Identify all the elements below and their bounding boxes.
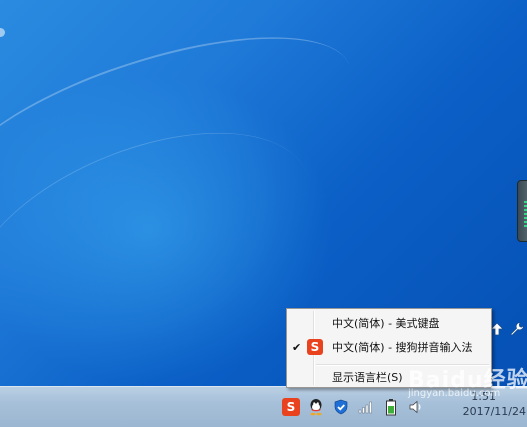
menu-item-show-language-bar[interactable]: 显示语言栏(S) bbox=[289, 366, 489, 388]
wrench-icon[interactable] bbox=[509, 321, 525, 337]
menu-item-label: 中文(简体) - 美式键盘 bbox=[332, 317, 440, 330]
clock-date: 2017/11/24 bbox=[462, 405, 526, 418]
clock-time: 1:51 bbox=[471, 390, 496, 403]
shield-icon[interactable] bbox=[332, 398, 350, 416]
input-language-menu: 中文(简体) - 美式键盘 ✔ S 中文(简体) - 搜狗拼音输入法 显示语言栏… bbox=[286, 308, 492, 388]
volume-icon[interactable] bbox=[407, 398, 425, 416]
taskbar-clock[interactable]: 1:51 2017/11/24 bbox=[463, 389, 526, 419]
menu-item-sogou-pinyin[interactable]: ✔ S 中文(简体) - 搜狗拼音输入法 bbox=[289, 336, 489, 358]
qq-icon[interactable] bbox=[307, 398, 325, 416]
language-bar-tools bbox=[489, 318, 527, 340]
system-tray: S bbox=[282, 395, 425, 419]
sogou-icon: S bbox=[307, 339, 323, 355]
checkmark-icon: ✔ bbox=[292, 340, 302, 354]
sogou-icon[interactable]: S bbox=[282, 398, 300, 416]
menu-item-us-keyboard[interactable]: 中文(简体) - 美式键盘 bbox=[289, 312, 489, 334]
menu-item-label: 显示语言栏(S) bbox=[332, 371, 403, 384]
menu-item-label: 中文(简体) - 搜狗拼音输入法 bbox=[332, 341, 473, 354]
network-signal-icon[interactable] bbox=[357, 398, 375, 416]
taskbar: S 1:51 2017/11/24 bbox=[0, 386, 527, 427]
wallpaper-light-dot bbox=[0, 28, 5, 37]
desktop-gadget[interactable] bbox=[517, 180, 527, 242]
battery-icon[interactable] bbox=[382, 398, 400, 416]
